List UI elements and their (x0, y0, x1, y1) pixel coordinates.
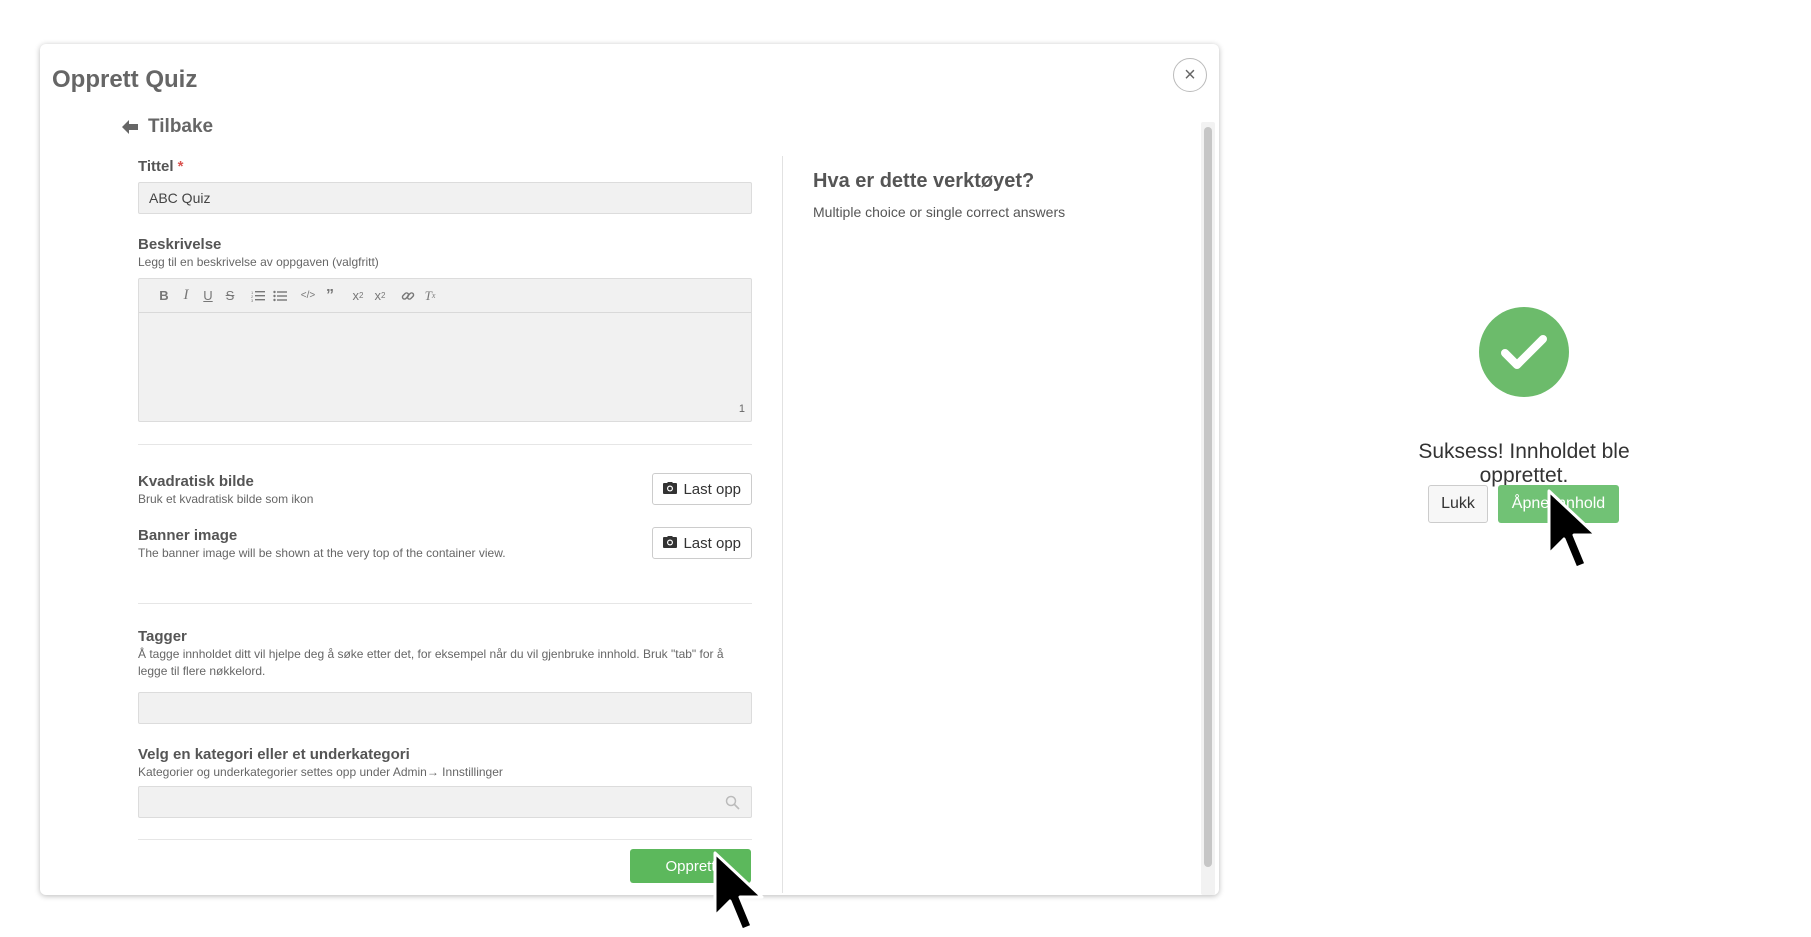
info-description: Multiple choice or single correct answer… (813, 204, 1066, 220)
mouse-cursor-icon (713, 851, 764, 932)
column-divider (782, 156, 783, 893)
close-button[interactable]: Lukk (1428, 485, 1488, 523)
italic-icon[interactable]: I (175, 285, 197, 307)
quiz-form: Tittel* Beskrivelse Legg til en beskrive… (138, 158, 752, 840)
banner-image-row: Banner image The banner image will be sh… (138, 527, 752, 581)
category-label: Velg en kategori eller et underkategori (138, 746, 410, 763)
title-input[interactable] (138, 182, 752, 214)
category-help: Kategorier og underkategorier settes opp… (138, 765, 503, 779)
subscript-icon[interactable]: x2 (347, 285, 369, 307)
success-message: Suksess! Innholdet ble opprettet. (1418, 440, 1630, 487)
character-count: 1 (738, 403, 745, 415)
modal-title: Opprett Quiz (52, 66, 198, 93)
description-help: Legg til en beskrivelse av oppgaven (val… (138, 255, 379, 269)
description-label: Beskrivelse (138, 236, 222, 253)
underline-icon[interactable]: U (197, 285, 219, 307)
code-icon[interactable]: </> (297, 285, 319, 307)
mouse-cursor-icon (1547, 489, 1598, 570)
bold-icon[interactable]: B (153, 285, 175, 307)
section-divider (138, 839, 752, 840)
scrollbar-thumb[interactable] (1204, 127, 1212, 867)
tags-input[interactable] (138, 692, 752, 724)
bullet-list-icon[interactable] (269, 285, 291, 307)
tags-help: Å tagge innholdet ditt vil hjelpe deg å … (138, 647, 724, 678)
square-image-upload-label: Last opp (683, 480, 741, 498)
banner-image-upload-label: Last opp (683, 534, 741, 552)
title-label: Tittel * (138, 158, 184, 175)
camera-icon (663, 481, 678, 498)
square-image-upload-button[interactable]: Last opp (652, 473, 752, 505)
info-heading: Hva er dette verktøyet? (813, 170, 1035, 192)
editor-content-area[interactable]: 1 (139, 313, 751, 421)
clear-format-icon[interactable]: Tx (419, 285, 441, 307)
banner-image-upload-button[interactable]: Last opp (652, 527, 752, 559)
success-check-icon (1479, 307, 1569, 397)
tags-label: Tagger (138, 628, 187, 645)
description-editor[interactable]: B I U S 123 </> ” x2 x2 Tx 1 (138, 278, 752, 422)
strikethrough-icon[interactable]: S (219, 285, 241, 307)
back-label: Tilbake (148, 116, 214, 137)
search-icon (725, 795, 740, 815)
ordered-list-icon[interactable]: 123 (247, 285, 269, 307)
arrow-left-icon (122, 120, 138, 134)
scrollbar[interactable] (1201, 122, 1215, 895)
svg-text:3: 3 (251, 298, 254, 302)
required-mark: * (177, 158, 184, 175)
link-icon[interactable] (397, 285, 419, 307)
back-link[interactable]: Tilbake (122, 116, 213, 138)
editor-toolbar: B I U S 123 </> ” x2 x2 Tx (139, 279, 751, 313)
category-search-input[interactable] (138, 786, 752, 818)
blockquote-icon[interactable]: ” (319, 285, 341, 307)
close-modal-button[interactable]: × (1173, 58, 1207, 92)
category-search (138, 786, 752, 818)
square-image-row: Kvadratisk bilde Bruk et kvadratisk bild… (138, 473, 752, 527)
superscript-icon[interactable]: x2 (369, 285, 391, 307)
camera-icon (663, 535, 678, 552)
